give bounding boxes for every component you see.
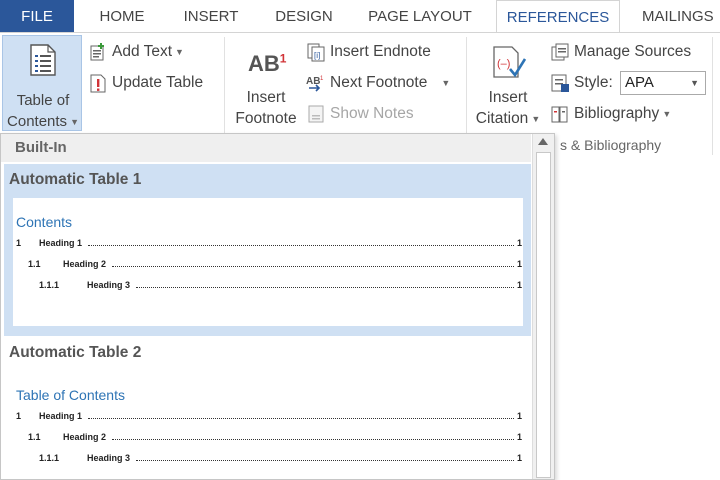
show-notes-icon <box>308 105 324 123</box>
preview-heading: Contents <box>16 214 73 230</box>
insert-footnote-button[interactable]: AB1 Insert Footnote <box>230 47 302 131</box>
entry-title: Automatic Table 1 <box>9 171 142 188</box>
tab-references[interactable]: REFERENCES <box>496 0 620 34</box>
tab-file[interactable]: FILE <box>0 0 74 33</box>
update-table-button[interactable]: Update Table <box>88 72 203 94</box>
scroll-up-arrow-icon[interactable] <box>538 138 548 145</box>
footnote-icon: AB1 <box>248 51 287 76</box>
chevron-down-icon: ▼ <box>531 113 541 124</box>
preview-toc-line: 1.1.1 Heading 3 1 <box>39 280 522 290</box>
toc-gallery-dropdown: Built-In Automatic Table 1 Contents 1 He… <box>0 133 555 480</box>
next-footnote-icon: AB 1 <box>306 76 324 92</box>
chevron-down-icon: ▼ <box>690 78 699 88</box>
style-control: Style: <box>550 72 613 94</box>
group-separator <box>712 37 713 155</box>
manage-sources-icon <box>551 43 569 61</box>
section-header-label: Built-In <box>15 139 67 156</box>
bibliography-icon <box>551 106 568 123</box>
insert-citation-button[interactable]: (–) Insert Citation ▼ <box>470 43 546 131</box>
show-notes-button[interactable]: Show Notes <box>306 103 414 125</box>
svg-text:1: 1 <box>320 76 324 82</box>
preview-toc-line: 1.1 Heading 2 1 <box>28 259 522 269</box>
insert-citation-label-line2: Citation ▼ <box>475 110 541 127</box>
style-icon <box>551 74 569 92</box>
gallery-item-automatic-table-1[interactable]: Automatic Table 1 Contents 1 Heading 1 1… <box>4 164 531 336</box>
tab-mailings[interactable]: MAILINGS <box>630 0 720 33</box>
toc-label-line1: Table of <box>16 92 70 109</box>
svg-text:(–): (–) <box>497 58 510 70</box>
svg-text:AB: AB <box>306 76 320 87</box>
toc-preview: Table of Contents 1 Heading 1 1 1.1 Head… <box>13 371 523 479</box>
gallery-scrollbar[interactable] <box>532 134 554 479</box>
citations-group-label: s & Bibliography <box>560 137 662 153</box>
preview-toc-line: 1 Heading 1 1 <box>16 411 522 421</box>
bibliography-button[interactable]: Bibliography ▼ <box>550 103 671 125</box>
insert-citation-label-line1: Insert <box>488 89 528 106</box>
chevron-down-icon: ▼ <box>70 117 79 128</box>
tab-design[interactable]: DESIGN <box>264 0 344 33</box>
preview-heading: Table of Contents <box>16 387 125 403</box>
table-of-contents-button[interactable]: Table of Contents ▼ <box>2 35 82 131</box>
next-footnote-button[interactable]: AB 1 Next Footnote ▼ <box>306 72 450 94</box>
gallery-item-automatic-table-2[interactable]: Automatic Table 2 Table of Contents 1 He… <box>4 337 531 479</box>
style-dropdown[interactable]: APA ▼ <box>620 71 706 95</box>
tab-insert[interactable]: INSERT <box>170 0 252 33</box>
citation-icon: (–) <box>493 46 526 78</box>
add-text-icon <box>90 43 104 61</box>
chevron-down-icon: ▼ <box>662 109 672 119</box>
gallery-section-header: Built-In <box>1 134 531 162</box>
preview-toc-line: 1.1 Heading 2 1 <box>28 432 522 442</box>
entry-title: Automatic Table 2 <box>9 344 142 361</box>
tab-page-layout[interactable]: PAGE LAYOUT <box>354 0 486 33</box>
toc-label-line2: Contents ▼ <box>7 113 79 130</box>
preview-toc-line: 1 Heading 1 1 <box>16 238 522 248</box>
manage-sources-button[interactable]: Manage Sources <box>550 41 691 63</box>
insert-footnote-label-line2: Footnote <box>235 110 297 127</box>
update-table-icon <box>90 74 106 93</box>
tab-home[interactable]: HOME <box>84 0 160 33</box>
chevron-down-icon: ▼ <box>441 78 451 88</box>
chevron-down-icon: ▼ <box>175 47 184 57</box>
add-text-button[interactable]: Add Text ▼ <box>88 41 184 63</box>
toc-preview: Contents 1 Heading 1 1 1.1 Heading 2 1 1… <box>13 198 523 326</box>
ribbon-tab-bar: FILE HOME INSERT DESIGN PAGE LAYOUT REFE… <box>0 0 720 34</box>
document-lines-icon <box>30 44 56 76</box>
insert-footnote-label-line1: Insert <box>246 89 286 106</box>
preview-toc-line: 1.1.1 Heading 3 1 <box>39 453 522 463</box>
svg-text:[i]: [i] <box>314 51 320 60</box>
scrollbar-thumb[interactable] <box>536 152 551 478</box>
insert-endnote-button[interactable]: [i] Insert Endnote <box>306 41 431 63</box>
insert-endnote-icon: [i] <box>307 43 325 62</box>
